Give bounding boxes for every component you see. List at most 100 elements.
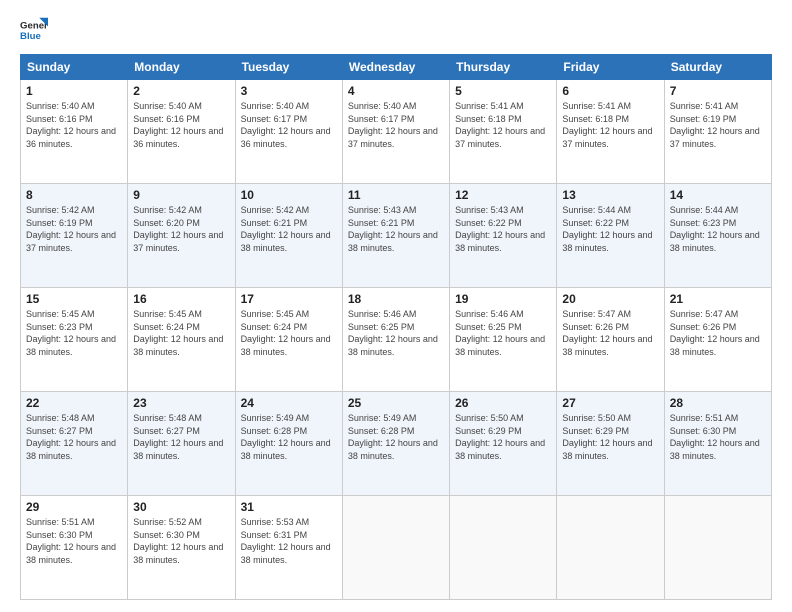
day-info: Sunrise: 5:40 AMSunset: 6:17 PMDaylight:… [241, 101, 331, 149]
calendar-cell: 25Sunrise: 5:49 AMSunset: 6:28 PMDayligh… [342, 392, 449, 496]
calendar-cell: 24 Sunrise: 5:49 AMSunset: 6:28 PMDayligh… [235, 392, 342, 496]
calendar-cell: 21 Sunrise: 5:47 AMSunset: 6:26 PMDayligh… [664, 288, 771, 392]
calendar-table: SundayMondayTuesdayWednesdayThursdayFrid… [20, 54, 772, 600]
day-info: Sunrise: 5:43 AMSunset: 6:22 PMDaylight:… [455, 205, 545, 253]
calendar-cell: 2Sunrise: 5:40 AMSunset: 6:16 PMDaylight… [128, 80, 235, 184]
day-info: Sunrise: 5:45 AMSunset: 6:24 PMDaylight:… [241, 309, 331, 357]
day-number: 13 [562, 188, 658, 202]
calendar-week-2: 8 Sunrise: 5:42 AMSunset: 6:19 PMDaylight… [21, 184, 772, 288]
calendar-week-4: 22Sunrise: 5:48 AMSunset: 6:27 PMDayligh… [21, 392, 772, 496]
calendar-cell: 11 Sunrise: 5:43 AMSunset: 6:21 PMDayligh… [342, 184, 449, 288]
day-info: Sunrise: 5:50 AMSunset: 6:29 PMDaylight:… [562, 413, 652, 461]
logo-icon: General Blue [20, 16, 48, 44]
calendar-cell: 17 Sunrise: 5:45 AMSunset: 6:24 PMDayligh… [235, 288, 342, 392]
day-number: 31 [241, 500, 337, 514]
day-number: 8 [26, 188, 122, 202]
day-number: 26 [455, 396, 551, 410]
day-header-thursday: Thursday [450, 55, 557, 80]
day-info: Sunrise: 5:49 AMSunset: 6:28 PMDaylight:… [241, 413, 331, 461]
day-info: Sunrise: 5:45 AMSunset: 6:24 PMDaylight:… [133, 309, 223, 357]
day-info: Sunrise: 5:41 AMSunset: 6:18 PMDaylight:… [455, 101, 545, 149]
calendar-cell: 14 Sunrise: 5:44 AMSunset: 6:23 PMDayligh… [664, 184, 771, 288]
calendar-cell [664, 496, 771, 600]
day-info: Sunrise: 5:41 AMSunset: 6:18 PMDaylight:… [562, 101, 652, 149]
calendar-cell: 16 Sunrise: 5:45 AMSunset: 6:24 PMDayligh… [128, 288, 235, 392]
calendar-cell [450, 496, 557, 600]
calendar-week-1: 1 Sunrise: 5:40 AMSunset: 6:16 PMDaylight… [21, 80, 772, 184]
day-info: Sunrise: 5:52 AMSunset: 6:30 PMDaylight:… [133, 517, 223, 565]
calendar-cell: 6 Sunrise: 5:41 AMSunset: 6:18 PMDaylight… [557, 80, 664, 184]
calendar-week-5: 29 Sunrise: 5:51 AMSunset: 6:30 PMDayligh… [21, 496, 772, 600]
day-number: 18 [348, 292, 444, 306]
calendar-cell: 9Sunrise: 5:42 AMSunset: 6:20 PMDaylight… [128, 184, 235, 288]
day-number: 10 [241, 188, 337, 202]
day-number: 19 [455, 292, 551, 306]
calendar-cell: 20 Sunrise: 5:47 AMSunset: 6:26 PMDayligh… [557, 288, 664, 392]
calendar-week-3: 15Sunrise: 5:45 AMSunset: 6:23 PMDayligh… [21, 288, 772, 392]
day-number: 7 [670, 84, 766, 98]
day-header-monday: Monday [128, 55, 235, 80]
calendar-cell: 19 Sunrise: 5:46 AMSunset: 6:25 PMDayligh… [450, 288, 557, 392]
day-info: Sunrise: 5:42 AMSunset: 6:21 PMDaylight:… [241, 205, 331, 253]
logo: General Blue [20, 16, 48, 44]
day-number: 14 [670, 188, 766, 202]
day-number: 4 [348, 84, 444, 98]
calendar-cell: 22Sunrise: 5:48 AMSunset: 6:27 PMDayligh… [21, 392, 128, 496]
day-header-friday: Friday [557, 55, 664, 80]
day-info: Sunrise: 5:43 AMSunset: 6:21 PMDaylight:… [348, 205, 438, 253]
calendar-cell: 3Sunrise: 5:40 AMSunset: 6:17 PMDaylight… [235, 80, 342, 184]
day-info: Sunrise: 5:40 AMSunset: 6:17 PMDaylight:… [348, 101, 438, 149]
calendar-cell: 27 Sunrise: 5:50 AMSunset: 6:29 PMDayligh… [557, 392, 664, 496]
day-number: 17 [241, 292, 337, 306]
calendar-header-row: SundayMondayTuesdayWednesdayThursdayFrid… [21, 55, 772, 80]
day-info: Sunrise: 5:46 AMSunset: 6:25 PMDaylight:… [455, 309, 545, 357]
day-number: 1 [26, 84, 122, 98]
day-info: Sunrise: 5:40 AMSunset: 6:16 PMDaylight:… [26, 101, 116, 149]
calendar-cell: 7 Sunrise: 5:41 AMSunset: 6:19 PMDaylight… [664, 80, 771, 184]
calendar-cell: 13Sunrise: 5:44 AMSunset: 6:22 PMDayligh… [557, 184, 664, 288]
day-number: 11 [348, 188, 444, 202]
calendar-cell: 15Sunrise: 5:45 AMSunset: 6:23 PMDayligh… [21, 288, 128, 392]
day-header-saturday: Saturday [664, 55, 771, 80]
day-number: 20 [562, 292, 658, 306]
calendar-cell: 1 Sunrise: 5:40 AMSunset: 6:16 PMDaylight… [21, 80, 128, 184]
calendar-cell: 12Sunrise: 5:43 AMSunset: 6:22 PMDayligh… [450, 184, 557, 288]
day-number: 25 [348, 396, 444, 410]
day-header-tuesday: Tuesday [235, 55, 342, 80]
calendar-cell: 26Sunrise: 5:50 AMSunset: 6:29 PMDayligh… [450, 392, 557, 496]
calendar-cell: 18 Sunrise: 5:46 AMSunset: 6:25 PMDayligh… [342, 288, 449, 392]
calendar-cell: 30 Sunrise: 5:52 AMSunset: 6:30 PMDayligh… [128, 496, 235, 600]
calendar-cell: 31 Sunrise: 5:53 AMSunset: 6:31 PMDayligh… [235, 496, 342, 600]
calendar-cell [557, 496, 664, 600]
header: General Blue [20, 16, 772, 44]
day-info: Sunrise: 5:51 AMSunset: 6:30 PMDaylight:… [26, 517, 116, 565]
day-number: 27 [562, 396, 658, 410]
day-info: Sunrise: 5:48 AMSunset: 6:27 PMDaylight:… [133, 413, 223, 461]
calendar-cell [342, 496, 449, 600]
calendar-cell: 28Sunrise: 5:51 AMSunset: 6:30 PMDayligh… [664, 392, 771, 496]
calendar-cell: 29 Sunrise: 5:51 AMSunset: 6:30 PMDayligh… [21, 496, 128, 600]
day-number: 9 [133, 188, 229, 202]
day-info: Sunrise: 5:47 AMSunset: 6:26 PMDaylight:… [562, 309, 652, 357]
day-number: 5 [455, 84, 551, 98]
day-number: 6 [562, 84, 658, 98]
day-info: Sunrise: 5:53 AMSunset: 6:31 PMDaylight:… [241, 517, 331, 565]
day-info: Sunrise: 5:42 AMSunset: 6:19 PMDaylight:… [26, 205, 116, 253]
day-number: 15 [26, 292, 122, 306]
day-info: Sunrise: 5:46 AMSunset: 6:25 PMDaylight:… [348, 309, 438, 357]
day-number: 16 [133, 292, 229, 306]
calendar-cell: 4 Sunrise: 5:40 AMSunset: 6:17 PMDaylight… [342, 80, 449, 184]
day-info: Sunrise: 5:44 AMSunset: 6:23 PMDaylight:… [670, 205, 760, 253]
day-info: Sunrise: 5:47 AMSunset: 6:26 PMDaylight:… [670, 309, 760, 357]
day-number: 28 [670, 396, 766, 410]
calendar-cell: 10 Sunrise: 5:42 AMSunset: 6:21 PMDayligh… [235, 184, 342, 288]
calendar-cell: 23Sunrise: 5:48 AMSunset: 6:27 PMDayligh… [128, 392, 235, 496]
day-number: 29 [26, 500, 122, 514]
day-header-wednesday: Wednesday [342, 55, 449, 80]
day-number: 24 [241, 396, 337, 410]
day-info: Sunrise: 5:48 AMSunset: 6:27 PMDaylight:… [26, 413, 116, 461]
day-number: 30 [133, 500, 229, 514]
day-info: Sunrise: 5:41 AMSunset: 6:19 PMDaylight:… [670, 101, 760, 149]
calendar-cell: 8 Sunrise: 5:42 AMSunset: 6:19 PMDaylight… [21, 184, 128, 288]
day-number: 21 [670, 292, 766, 306]
